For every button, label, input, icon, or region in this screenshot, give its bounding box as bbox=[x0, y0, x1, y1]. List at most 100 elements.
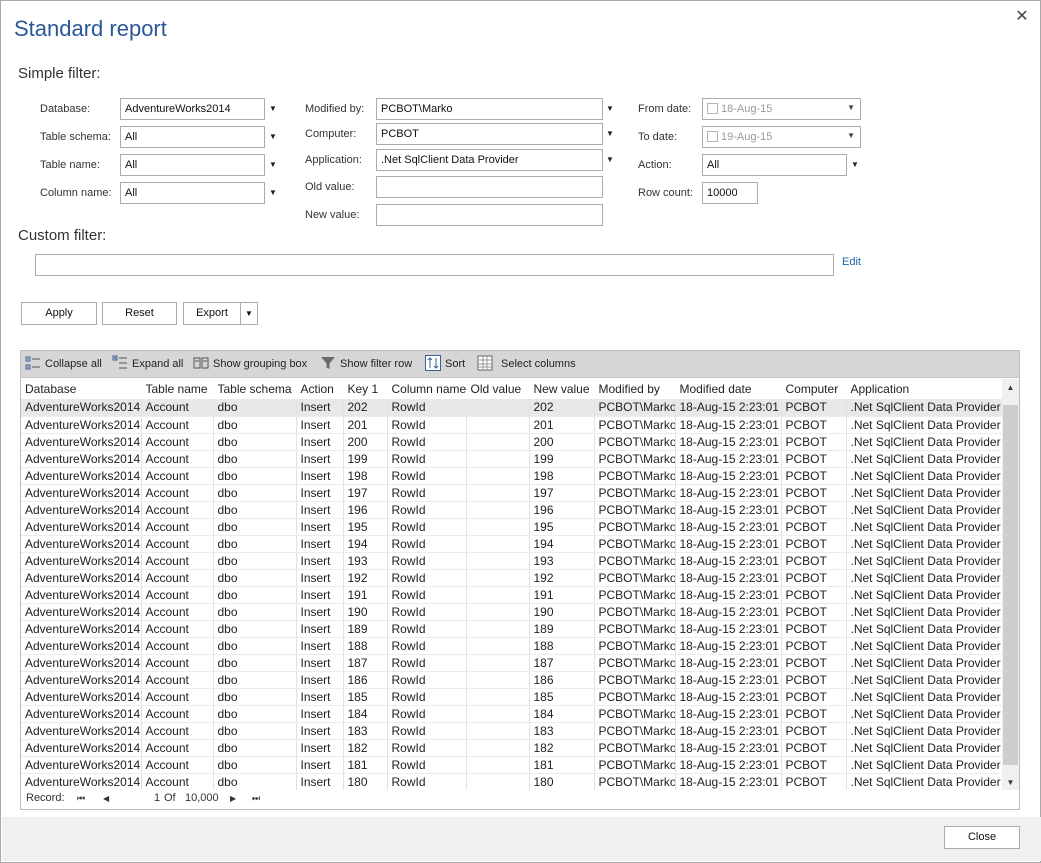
scroll-up-icon[interactable]: ▲ bbox=[1002, 379, 1019, 396]
column-header[interactable]: Table name bbox=[141, 379, 214, 399]
table-row[interactable]: AdventureWorks2014 Account dbo Insert 200 Row… bbox=[21, 433, 1003, 451]
scroll-down-icon[interactable]: ▼ bbox=[1002, 774, 1019, 791]
close-icon[interactable]: ✕ bbox=[1014, 9, 1030, 25]
column-name-field[interactable]: All bbox=[120, 182, 265, 204]
old-value-input[interactable] bbox=[376, 176, 603, 198]
table-cell: PCBOT bbox=[781, 756, 847, 774]
column-header[interactable]: Table schema bbox=[213, 379, 297, 399]
close-button[interactable]: Close bbox=[944, 826, 1020, 849]
select-columns-button[interactable]: Select columns bbox=[477, 351, 576, 378]
table-cell bbox=[466, 739, 530, 757]
column-header[interactable]: New value bbox=[529, 379, 595, 399]
action-dropdown-icon[interactable]: ▼ bbox=[849, 154, 861, 176]
database-dropdown-icon[interactable]: ▼ bbox=[267, 98, 279, 120]
next-record-icon[interactable]: ▶ bbox=[230, 794, 236, 803]
database-field[interactable]: AdventureWorks2014 bbox=[120, 98, 265, 120]
application-field[interactable]: .Net SqlClient Data Provider bbox=[376, 149, 603, 171]
table-row[interactable]: AdventureWorks2014 Account dbo Insert 197 Row… bbox=[21, 484, 1003, 502]
table-row[interactable]: AdventureWorks2014 Account dbo Insert 188 Row… bbox=[21, 637, 1003, 655]
column-header[interactable]: Old value bbox=[466, 379, 530, 399]
table-row[interactable]: AdventureWorks2014 Account dbo Insert 199 Row… bbox=[21, 450, 1003, 468]
table-cell: PCBOT\Marko bbox=[594, 722, 676, 740]
column-header[interactable]: Modified date bbox=[675, 379, 782, 399]
table-cell: 189 bbox=[343, 620, 388, 638]
column-header[interactable]: Column name bbox=[387, 379, 467, 399]
column-name-dropdown-icon[interactable]: ▼ bbox=[267, 182, 279, 204]
table-cell: AdventureWorks2014 bbox=[21, 518, 142, 536]
computer-dropdown-icon[interactable]: ▼ bbox=[604, 123, 616, 145]
first-record-icon[interactable]: ⏮ bbox=[77, 793, 85, 804]
table-row[interactable]: AdventureWorks2014 Account dbo Insert 195 Row… bbox=[21, 518, 1003, 536]
apply-button[interactable]: Apply bbox=[21, 302, 97, 325]
column-header[interactable]: Database bbox=[21, 379, 142, 399]
table-row[interactable]: AdventureWorks2014 Account dbo Insert 194 Row… bbox=[21, 535, 1003, 553]
from-date-checkbox[interactable] bbox=[707, 103, 718, 114]
table-row[interactable]: AdventureWorks2014 Account dbo Insert 185 Row… bbox=[21, 688, 1003, 706]
table-cell bbox=[466, 586, 530, 604]
reset-button[interactable]: Reset bbox=[102, 302, 177, 325]
column-header[interactable]: Application bbox=[846, 379, 1003, 399]
to-date-checkbox[interactable] bbox=[707, 131, 718, 142]
table-row[interactable]: AdventureWorks2014 Account dbo Insert 198 Row… bbox=[21, 467, 1003, 485]
table-schema-field[interactable]: All bbox=[120, 126, 265, 148]
table-cell: .Net SqlClient Data Provider bbox=[846, 433, 1003, 451]
table-cell bbox=[466, 450, 530, 468]
table-row[interactable]: AdventureWorks2014 Account dbo Insert 187 Row… bbox=[21, 654, 1003, 672]
to-date-field[interactable]: 19-Aug-15 ▼ bbox=[702, 126, 861, 148]
show-grouping-box-button[interactable]: Show grouping box bbox=[193, 351, 307, 378]
export-button[interactable]: Export bbox=[183, 302, 241, 325]
table-cell: dbo bbox=[213, 705, 297, 723]
table-row[interactable]: AdventureWorks2014 Account dbo Insert 182 Row… bbox=[21, 739, 1003, 757]
table-cell: 18-Aug-15 2:23:01 bbox=[675, 467, 782, 485]
table-row[interactable]: AdventureWorks2014 Account dbo Insert 191 Row… bbox=[21, 586, 1003, 604]
table-schema-dropdown-icon[interactable]: ▼ bbox=[267, 126, 279, 148]
column-header[interactable]: Computer bbox=[781, 379, 847, 399]
column-header[interactable]: Modified by bbox=[594, 379, 676, 399]
application-dropdown-icon[interactable]: ▼ bbox=[604, 149, 616, 171]
table-row[interactable]: AdventureWorks2014 Account dbo Insert 184 Row… bbox=[21, 705, 1003, 723]
table-name-dropdown-icon[interactable]: ▼ bbox=[267, 154, 279, 176]
custom-filter-edit-link[interactable]: Edit bbox=[842, 256, 861, 268]
modified-by-field[interactable]: PCBOT\Marko bbox=[376, 98, 603, 120]
table-row[interactable]: AdventureWorks2014 Account dbo Insert 189 Row… bbox=[21, 620, 1003, 638]
column-header[interactable]: Key 1 bbox=[343, 379, 388, 399]
table-row[interactable]: AdventureWorks2014 Account dbo Insert 192 Row… bbox=[21, 569, 1003, 587]
row-count-input[interactable]: 10000 bbox=[702, 182, 758, 204]
table-cell: RowId bbox=[387, 739, 467, 757]
last-record-icon[interactable]: ⏭ bbox=[252, 793, 260, 804]
table-cell: 195 bbox=[529, 518, 595, 536]
collapse-all-button[interactable]: Collapse all bbox=[25, 351, 102, 378]
table-row[interactable]: AdventureWorks2014 Account dbo Insert 201 Row… bbox=[21, 416, 1003, 434]
table-row[interactable]: AdventureWorks2014 Account dbo Insert 196 Row… bbox=[21, 501, 1003, 519]
from-date-field[interactable]: 18-Aug-15 ▼ bbox=[702, 98, 861, 120]
table-row[interactable]: AdventureWorks2014 Account dbo Insert 202 Row… bbox=[21, 399, 1003, 417]
scrollbar-thumb[interactable] bbox=[1003, 405, 1018, 765]
table-row[interactable]: AdventureWorks2014 Account dbo Insert 193 Row… bbox=[21, 552, 1003, 570]
previous-record-icon[interactable]: ◀ bbox=[103, 794, 109, 803]
table-cell: AdventureWorks2014 bbox=[21, 569, 142, 587]
to-date-dropdown-icon[interactable]: ▼ bbox=[847, 131, 855, 140]
vertical-scrollbar[interactable]: ▲ ▼ bbox=[1002, 379, 1019, 791]
column-header[interactable]: Action bbox=[296, 379, 344, 399]
table-row[interactable]: AdventureWorks2014 Account dbo Insert 181 Row… bbox=[21, 756, 1003, 774]
current-record-value[interactable]: 1 bbox=[154, 792, 160, 804]
action-field[interactable]: All bbox=[702, 154, 847, 176]
new-value-input[interactable] bbox=[376, 204, 603, 226]
table-row[interactable]: AdventureWorks2014 Account dbo Insert 180 Row… bbox=[21, 773, 1003, 791]
sort-icon bbox=[425, 355, 441, 371]
from-date-dropdown-icon[interactable]: ▼ bbox=[847, 103, 855, 112]
table-row[interactable]: AdventureWorks2014 Account dbo Insert 190 Row… bbox=[21, 603, 1003, 621]
modified-by-dropdown-icon[interactable]: ▼ bbox=[604, 98, 616, 120]
show-filter-row-button[interactable]: Show filter row bbox=[320, 351, 412, 378]
table-row[interactable]: AdventureWorks2014 Account dbo Insert 183 Row… bbox=[21, 722, 1003, 740]
computer-field[interactable]: PCBOT bbox=[376, 123, 603, 145]
table-cell: dbo bbox=[213, 433, 297, 451]
expand-all-button[interactable]: Expand all bbox=[112, 351, 183, 378]
export-dropdown-icon[interactable]: ▼ bbox=[240, 302, 258, 325]
table-cell: .Net SqlClient Data Provider bbox=[846, 671, 1003, 689]
table-cell: Account bbox=[141, 450, 214, 468]
table-row[interactable]: AdventureWorks2014 Account dbo Insert 186 Row… bbox=[21, 671, 1003, 689]
custom-filter-input[interactable] bbox=[35, 254, 834, 276]
sort-button[interactable]: Sort bbox=[425, 351, 465, 378]
table-name-field[interactable]: All bbox=[120, 154, 265, 176]
